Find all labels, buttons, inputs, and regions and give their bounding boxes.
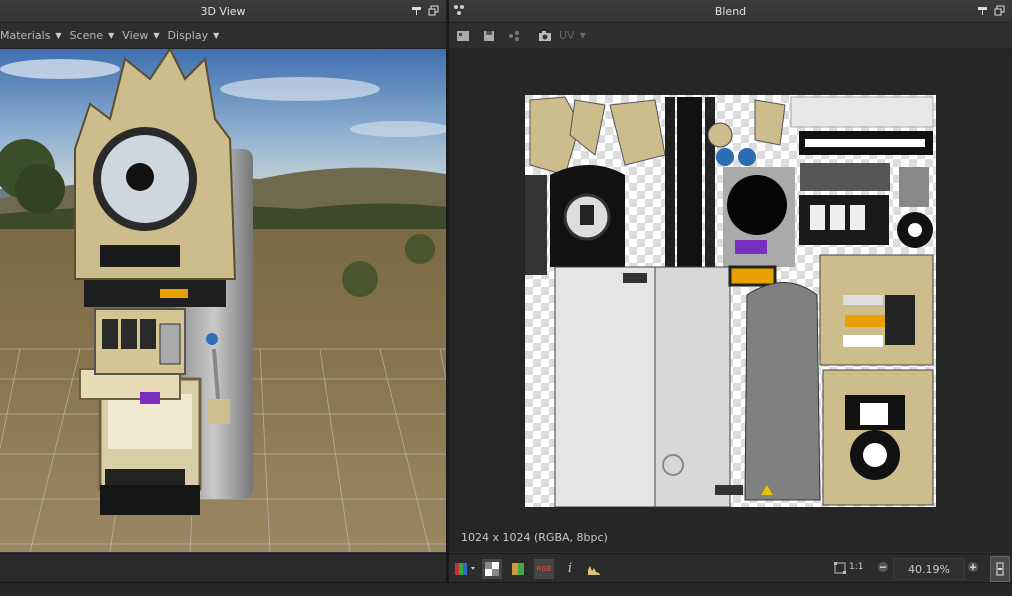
image-editor-panel: Blend UV ▼ 1024 x 1024 (RGBA, 8bpc) RGB … bbox=[449, 0, 1012, 595]
uv-dropdown[interactable]: UV ▼ bbox=[559, 29, 586, 42]
viewport-scene bbox=[0, 49, 446, 552]
camera-icon[interactable] bbox=[535, 26, 555, 46]
viewport-menubar: Materials ▼ Scene ▼ View ▼ Display ▼ bbox=[0, 23, 446, 49]
chevron-down-icon: ▼ bbox=[55, 31, 62, 40]
panel-settings-button[interactable] bbox=[990, 556, 1010, 582]
one-to-one-label: 1:1 bbox=[849, 562, 864, 572]
pin-icon[interactable] bbox=[410, 4, 423, 17]
nodes-icon[interactable] bbox=[453, 4, 465, 19]
menu-display-label: Display bbox=[167, 29, 209, 42]
channels-icon[interactable] bbox=[505, 26, 525, 46]
chevron-down-icon: ▼ bbox=[213, 31, 220, 40]
settings-icon bbox=[996, 562, 1004, 576]
viewport-panel: 3D View Materials ▼ Scene ▼ View ▼ Display ▼ bbox=[0, 0, 446, 595]
menu-materials[interactable]: Materials ▼ bbox=[0, 29, 62, 42]
image-editor-toolbar: UV ▼ bbox=[449, 23, 1012, 49]
image-editor-titlebar: Blend bbox=[449, 0, 1012, 23]
menu-scene[interactable]: Scene ▼ bbox=[70, 29, 115, 42]
checker-icon[interactable] bbox=[482, 558, 502, 579]
menu-view[interactable]: View ▼ bbox=[122, 29, 159, 42]
window-bottom-strip bbox=[0, 582, 1012, 596]
one-to-one-button[interactable]: 1:1 bbox=[849, 562, 863, 572]
zoom-field[interactable]: 40.19% bbox=[893, 558, 965, 580]
chevron-down-icon: ▼ bbox=[579, 31, 586, 40]
zoom-in-icon[interactable] bbox=[967, 561, 979, 576]
menu-scene-label: Scene bbox=[69, 29, 104, 42]
save-icon[interactable] bbox=[479, 26, 499, 46]
color-channel-icon[interactable] bbox=[453, 559, 479, 579]
chevron-down-icon: ▼ bbox=[153, 31, 160, 40]
image-editor-bottombar: RGB i 1:1 40.19% bbox=[449, 553, 1012, 583]
texture-image bbox=[525, 95, 936, 507]
image-editor-title: Blend bbox=[714, 4, 747, 18]
zoom-value: 40.19% bbox=[908, 562, 950, 576]
image-canvas[interactable]: 1024 x 1024 (RGBA, 8bpc) bbox=[449, 49, 1012, 552]
float-icon[interactable] bbox=[993, 4, 1006, 17]
rgb-label: RGB bbox=[536, 564, 552, 573]
histogram-icon[interactable] bbox=[584, 559, 604, 579]
viewport-statusbar bbox=[0, 553, 446, 582]
pin-icon[interactable] bbox=[976, 4, 989, 17]
image-info-text: 1024 x 1024 (RGBA, 8bpc) bbox=[461, 531, 608, 544]
rgb-button[interactable]: RGB bbox=[534, 558, 554, 579]
fit-icon[interactable] bbox=[830, 558, 850, 578]
viewport-titlebar: 3D View bbox=[0, 0, 446, 23]
float-icon[interactable] bbox=[427, 4, 440, 17]
viewport-title: 3D View bbox=[200, 4, 246, 18]
info-button[interactable]: i bbox=[560, 559, 580, 579]
3d-viewport[interactable] bbox=[0, 49, 446, 552]
zoom-out-icon[interactable] bbox=[877, 561, 889, 576]
menu-display[interactable]: Display ▼ bbox=[168, 29, 220, 42]
rgb-gradient-icon[interactable] bbox=[508, 559, 528, 579]
uv-label: UV bbox=[559, 29, 575, 42]
chevron-down-icon: ▼ bbox=[108, 31, 115, 40]
menu-view-label: View bbox=[122, 29, 149, 42]
select-texture-icon[interactable] bbox=[453, 26, 473, 46]
info-label: i bbox=[567, 561, 573, 576]
menu-materials-label: Materials bbox=[0, 29, 51, 42]
